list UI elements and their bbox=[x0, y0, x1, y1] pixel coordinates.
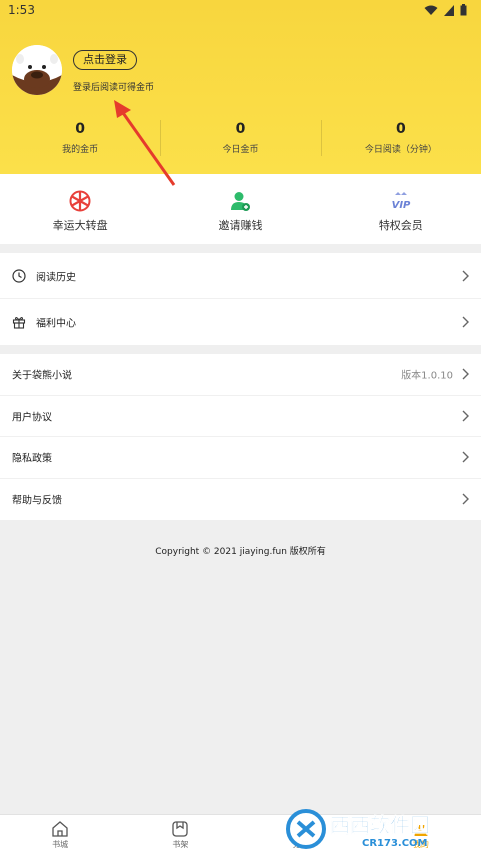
vip-member-button[interactable]: VIP 特权会员 bbox=[321, 174, 481, 244]
status-bar: 1:53 bbox=[0, 0, 481, 22]
status-time: 1:53 bbox=[8, 3, 35, 17]
vip-icon: VIP bbox=[391, 192, 411, 211]
bookshelf-icon bbox=[172, 821, 189, 837]
profile-header: 1:53 点击登录 登录后阅读可得金币 0 我的金币 0 今日金币 0 今日阅读… bbox=[0, 0, 481, 174]
stats-row: 0 我的金币 0 今日金币 0 今日阅读（分钟） bbox=[0, 118, 481, 162]
chevron-right-icon bbox=[462, 270, 469, 281]
primary-menu: 阅读历史 福利中心 bbox=[0, 253, 481, 345]
menu-item-label: 关于袋熊小说 bbox=[12, 370, 72, 382]
tab-label: 书架 bbox=[172, 840, 189, 849]
battery-icon bbox=[460, 4, 467, 16]
stat-value: 0 bbox=[235, 121, 246, 137]
chevron-right-icon bbox=[462, 493, 469, 505]
secondary-menu: 关于袋熊小说 版本1.0.10 用户协议 隐私政策 帮助与反馈 bbox=[0, 354, 481, 520]
lucky-wheel-button[interactable]: 幸运大转盘 bbox=[0, 174, 160, 244]
reading-history-item[interactable]: 阅读历史 bbox=[0, 253, 481, 299]
menu-item-label: 帮助与反馈 bbox=[12, 495, 62, 507]
quick-action-label: 特权会员 bbox=[378, 219, 423, 232]
chevron-right-icon bbox=[462, 368, 469, 380]
stat-today-coins[interactable]: 0 今日金币 bbox=[160, 118, 320, 162]
wombat-avatar-icon bbox=[12, 45, 62, 95]
user-agreement-item[interactable]: 用户协议 bbox=[0, 396, 481, 437]
watermark-brand: 西西软件园 bbox=[330, 813, 430, 837]
invite-earn-button[interactable]: 邀请赚钱 bbox=[160, 174, 320, 244]
watermark-logo: 西西软件园 CR173.COM bbox=[286, 809, 430, 849]
about-item[interactable]: 关于袋熊小说 版本1.0.10 bbox=[0, 354, 481, 396]
version-value: 版本1.0.10 bbox=[401, 370, 453, 382]
menu-item-label: 隐私政策 bbox=[12, 453, 52, 465]
menu-item-label: 福利中心 bbox=[36, 318, 76, 330]
clock-icon bbox=[12, 268, 26, 283]
stat-value: 0 bbox=[75, 121, 86, 137]
stat-label: 今日金币 bbox=[222, 145, 259, 155]
privacy-policy-item[interactable]: 隐私政策 bbox=[0, 437, 481, 479]
login-hint: 登录后阅读可得金币 bbox=[73, 83, 155, 93]
system-icons bbox=[424, 4, 467, 16]
stat-my-coins[interactable]: 0 我的金币 bbox=[0, 118, 160, 162]
login-button[interactable]: 点击登录 bbox=[73, 50, 137, 70]
tab-bookshelf[interactable]: 书架 bbox=[120, 815, 240, 855]
wheel-icon bbox=[69, 190, 91, 212]
copyright-text: Copyright © 2021 jiaying.fun 版权所有 bbox=[155, 547, 326, 557]
chevron-right-icon bbox=[462, 451, 469, 463]
menu-item-label: 阅读历史 bbox=[36, 272, 76, 283]
signal-icon bbox=[444, 4, 454, 16]
menu-item-label: 用户协议 bbox=[12, 412, 52, 424]
avatar[interactable] bbox=[12, 45, 62, 95]
help-feedback-item[interactable]: 帮助与反馈 bbox=[0, 479, 481, 521]
chevron-right-icon bbox=[462, 410, 469, 422]
tab-bookstore[interactable]: 书城 bbox=[0, 815, 120, 855]
quick-action-label: 邀请赚钱 bbox=[218, 219, 263, 232]
watermark-domain: CR173.COM bbox=[362, 838, 428, 849]
gift-icon bbox=[12, 317, 26, 329]
quick-action-label: 幸运大转盘 bbox=[52, 219, 108, 232]
wifi-icon bbox=[424, 5, 438, 15]
stat-today-reading[interactable]: 0 今日阅读（分钟） bbox=[320, 118, 481, 162]
quick-actions: 幸运大转盘 邀请赚钱 VIP 特权会员 bbox=[0, 174, 481, 244]
chevron-right-icon bbox=[462, 316, 469, 328]
stat-value: 0 bbox=[395, 121, 406, 137]
welfare-center-item[interactable]: 福利中心 bbox=[0, 299, 481, 345]
invite-user-icon bbox=[231, 192, 251, 211]
stat-label: 我的金币 bbox=[62, 145, 99, 155]
home-icon bbox=[52, 821, 68, 837]
stat-label: 今日阅读（分钟） bbox=[364, 145, 437, 155]
tab-label: 书城 bbox=[52, 840, 69, 849]
svg-text:VIP: VIP bbox=[391, 200, 410, 211]
